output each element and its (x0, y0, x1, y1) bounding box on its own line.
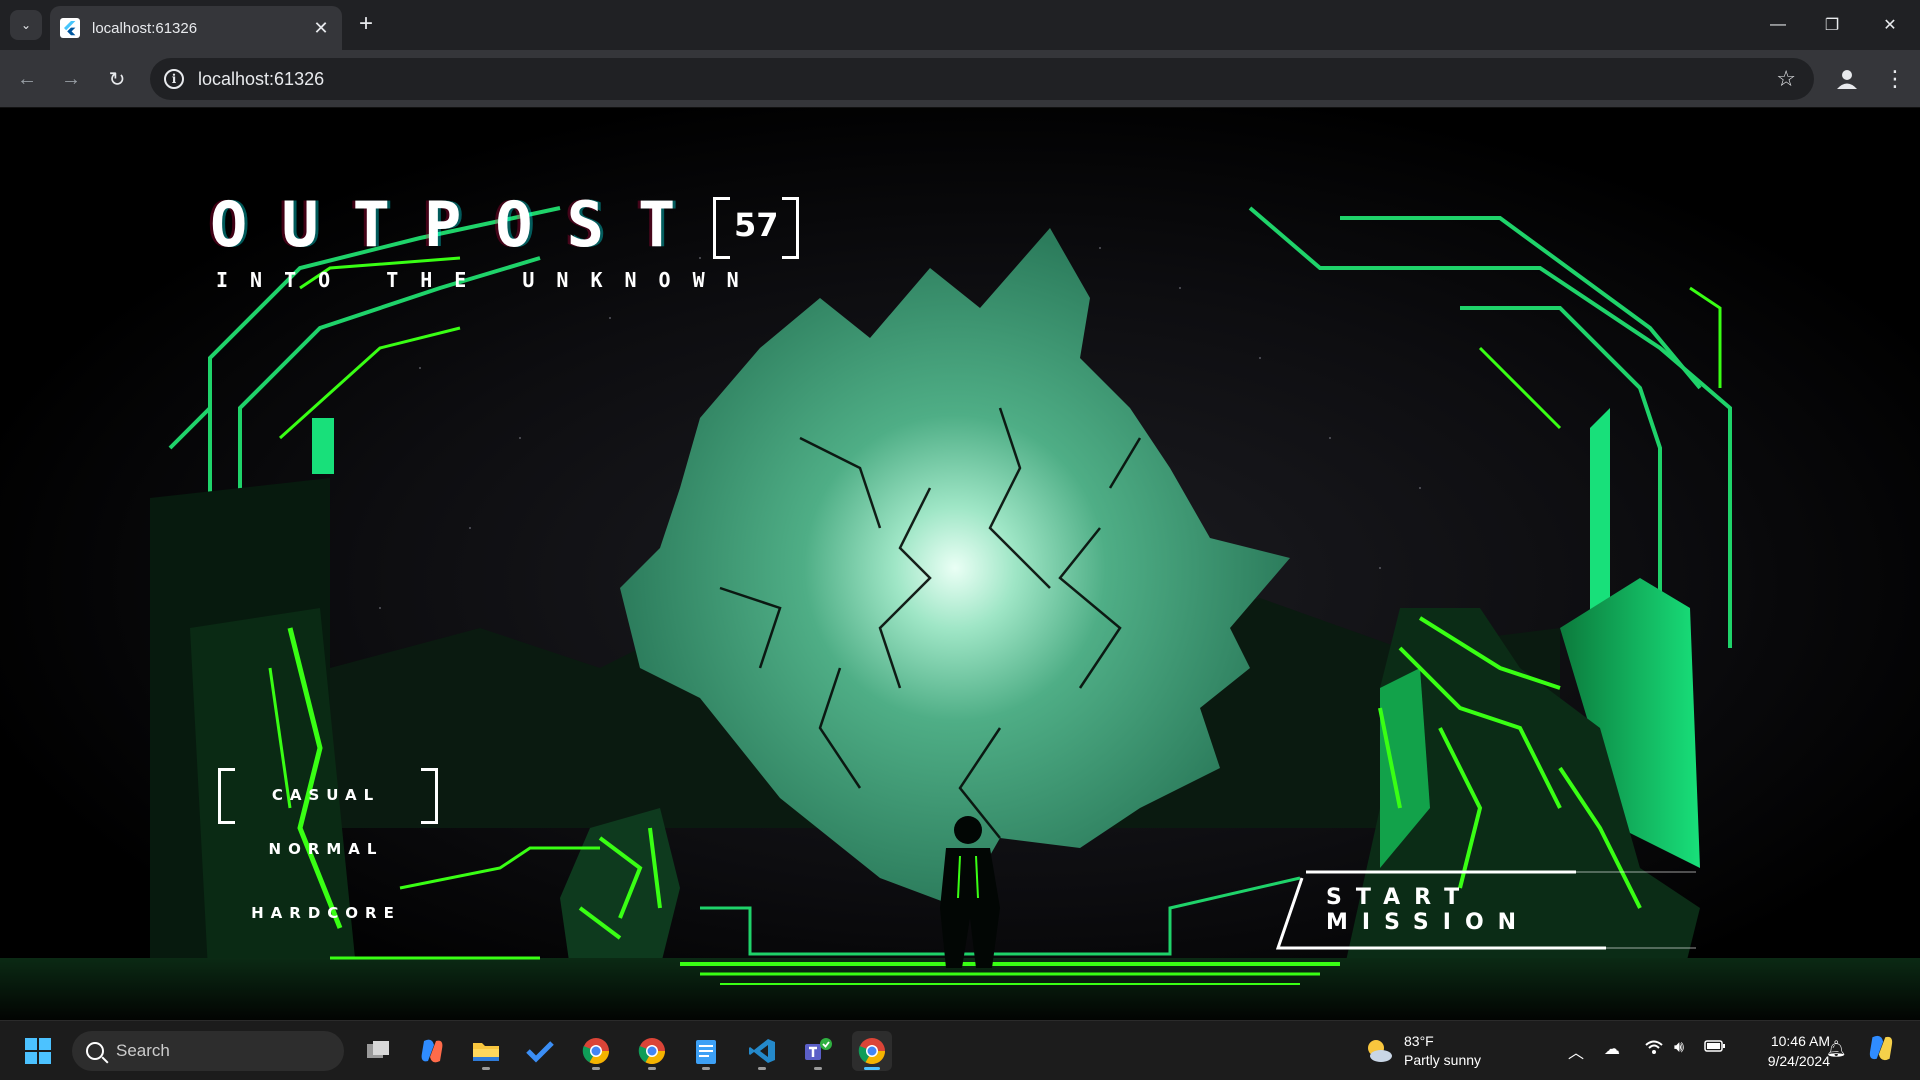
tray-overflow-chevron-icon[interactable]: ︿ (1568, 1039, 1584, 1063)
browser-tab[interactable]: localhost:61326 ✕ (50, 6, 342, 50)
chrome-profile-2-icon[interactable] (632, 1031, 672, 1071)
teams-icon[interactable] (798, 1031, 838, 1071)
todo-checkmark-icon[interactable] (520, 1031, 560, 1071)
minimize-icon[interactable]: — (1758, 10, 1798, 40)
start-mission-label: START MISSION (1326, 885, 1531, 935)
file-explorer-icon[interactable] (466, 1031, 506, 1071)
title-number-badge: 57 (713, 196, 800, 259)
weather-widget[interactable]: 83°F Partly sunny (1364, 1031, 1481, 1071)
browser-tab-strip: ⌄ localhost:61326 ✕ + — ❐ ✕ (0, 0, 1920, 50)
task-view-icon[interactable] (358, 1031, 398, 1071)
difficulty-normal-option[interactable]: NORMAL (216, 822, 436, 876)
copilot-icon[interactable] (412, 1031, 452, 1071)
bookmark-star-icon[interactable]: ☆ (1776, 66, 1796, 92)
vscode-icon[interactable] (742, 1031, 782, 1071)
game-title: OUTPOST 57 (210, 188, 800, 261)
chrome-active-icon[interactable] (852, 1031, 892, 1071)
profile-icon[interactable] (1832, 64, 1862, 94)
clock-time: 10:46 AM (1770, 1033, 1830, 1049)
window-close-icon[interactable]: ✕ (1870, 10, 1910, 40)
windows-start-icon[interactable] (18, 1031, 58, 1071)
taskbar-search[interactable]: Search (72, 1031, 344, 1071)
url-text[interactable]: localhost:61326 (198, 69, 1776, 90)
forward-arrow-icon[interactable]: → (56, 64, 86, 94)
chrome-profile-1-icon[interactable] (576, 1031, 616, 1071)
battery-icon[interactable] (1704, 1039, 1726, 1058)
title-text: OUTPOST (210, 188, 710, 261)
reload-icon[interactable]: ↻ (102, 64, 132, 94)
system-clock[interactable]: 10:46 AM 9/24/2024 (1740, 1031, 1830, 1071)
back-arrow-icon[interactable]: ← (12, 64, 42, 94)
browser-toolbar: ← → ↻ i localhost:61326 ☆ ⋮ (0, 50, 1920, 108)
clock-date: 9/24/2024 (1767, 1053, 1830, 1069)
restore-icon[interactable]: ❐ (1812, 10, 1852, 40)
weather-temp: 83°F (1404, 1033, 1434, 1049)
wifi-icon[interactable] (1644, 1039, 1664, 1060)
difficulty-hardcore-option[interactable]: HARDCORE (216, 886, 436, 940)
start-mission-button[interactable]: START MISSION (1276, 870, 1696, 950)
windows-taskbar: Search 83°F Partly sunny ︿ ☁ 🔊︎ 10:46 AM… (0, 1020, 1920, 1080)
tab-close-icon[interactable]: ✕ (310, 18, 332, 39)
left-frame-light (312, 418, 334, 474)
search-label: Search (116, 1041, 170, 1060)
site-info-icon[interactable]: i (164, 69, 184, 89)
tab-title: localhost:61326 (92, 19, 198, 37)
search-icon (86, 1042, 104, 1060)
notepad-icon[interactable] (686, 1031, 726, 1071)
center-left-rock (560, 808, 680, 968)
tab-search-chevron-icon[interactable]: ⌄ (10, 10, 42, 40)
browser-menu-icon[interactable]: ⋮ (1880, 64, 1910, 94)
game-canvas: OUTPOST 57 INTO THE UNKNOWN CASUAL NORMA… (0, 108, 1920, 1020)
new-tab-button[interactable]: + (354, 12, 378, 36)
onedrive-cloud-icon[interactable]: ☁ (1604, 1039, 1620, 1059)
flutter-favicon-icon (60, 18, 80, 38)
difficulty-casual-option[interactable]: CASUAL (216, 768, 438, 824)
copilot-tray-icon[interactable] (1866, 1033, 1896, 1068)
volume-icon[interactable]: 🔊︎ (1674, 1039, 1684, 1057)
weather-description: Partly sunny (1404, 1052, 1482, 1068)
address-bar[interactable]: i localhost:61326 ☆ (150, 58, 1814, 100)
game-subtitle: INTO THE UNKNOWN (216, 268, 761, 292)
notification-bell-icon[interactable]: 🔔︎ (1826, 1039, 1846, 1059)
partly-sunny-icon (1368, 1040, 1392, 1062)
